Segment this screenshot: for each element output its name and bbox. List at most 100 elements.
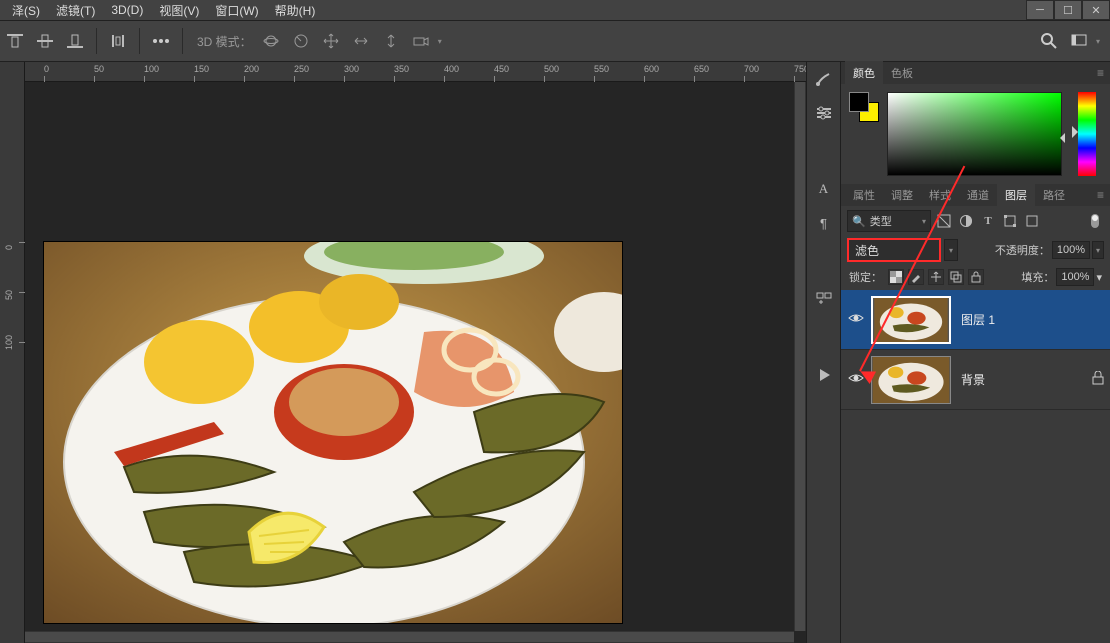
visibility-toggle-icon[interactable] [847,372,865,387]
color-panel-tabs: 颜色 色板 ≡ [841,62,1110,84]
foreground-color-swatch[interactable] [849,92,869,112]
ruler-tick: 100 [4,335,14,350]
color-panel [841,84,1110,184]
lock-paint-icon[interactable] [908,269,924,285]
tab-layers[interactable]: 图层 [997,183,1035,207]
adjust-panel-icon[interactable] [812,102,836,124]
screen-mode-icon[interactable] [1068,30,1090,52]
menu-help[interactable]: 帮助(H) [267,0,324,21]
scale-3d-icon[interactable] [380,30,402,52]
tab-adjustments[interactable]: 调整 [883,183,921,207]
blend-mode-chevron-icon[interactable]: ▾ [944,239,958,261]
options-bar: 3D 模式： ▾ ▾ [0,20,1110,62]
layer-name[interactable]: 图层 1 [961,311,995,328]
roll-3d-icon[interactable] [290,30,312,52]
lock-label: 锁定： [849,269,882,285]
paragraph-panel-icon[interactable]: ¶ [812,212,836,234]
align-top-icon[interactable] [4,30,26,52]
document-image[interactable] [44,242,622,623]
filter-adjust-icon[interactable] [957,212,975,230]
filter-shape-icon[interactable] [1001,212,1019,230]
ruler-tick: 450 [494,64,509,74]
search-icon[interactable] [1038,30,1060,52]
play-icon[interactable] [812,364,836,386]
ruler-tick: 400 [444,64,459,74]
character-panel-icon[interactable]: A [812,178,836,200]
panel-menu-icon[interactable]: ≡ [1097,66,1104,80]
ruler-tick: 200 [244,64,259,74]
layer-filter-kind[interactable]: 🔍 类型 ▾ [847,210,931,232]
opacity-value[interactable]: 100% [1052,241,1090,259]
layer-name[interactable]: 背景 [961,371,985,388]
layer-thumbnail[interactable] [871,296,951,344]
ruler-tick: 0 [44,64,49,74]
panel-menu-icon[interactable]: ≡ [1097,188,1104,202]
menu-filter[interactable]: 滤镜(T) [48,0,103,21]
ruler-tick: 500 [544,64,559,74]
maximize-button[interactable]: ☐ [1054,0,1082,20]
tab-channels[interactable]: 通道 [959,183,997,207]
layer-item-1[interactable]: 图层 1 [841,290,1110,350]
layers-panel-tabs: 属性 调整 样式 通道 图层 路径 ≡ [841,184,1110,206]
tab-styles[interactable]: 样式 [921,183,959,207]
camera-3d-icon[interactable] [410,30,432,52]
glyphs-panel-icon[interactable] [812,288,836,310]
ruler-tick: 50 [4,290,14,300]
opacity-chevron-icon[interactable]: ▾ [1092,241,1104,259]
ruler-vertical[interactable]: 0 50 100 [0,62,25,643]
ruler-tick: 350 [394,64,409,74]
window-controls: ─ ☐ ✕ [1026,0,1110,20]
filter-type-icon[interactable]: T [979,212,997,230]
ruler-tick: 650 [694,64,709,74]
pan-3d-icon[interactable] [320,30,342,52]
lock-icon[interactable] [1092,371,1104,388]
ruler-tick: 750 [794,64,806,74]
lock-transparent-icon[interactable] [888,269,904,285]
ruler-tick: 50 [94,64,104,74]
hue-strip[interactable] [1078,92,1096,176]
chevron-down-icon[interactable]: ▾ [438,37,442,46]
brush-panel-icon[interactable] [812,68,836,90]
close-button[interactable]: ✕ [1082,0,1110,20]
scrollbar-horizontal[interactable] [25,631,794,643]
fill-label: 填充： [1021,269,1054,285]
align-bottom-icon[interactable] [64,30,86,52]
layer-item-background[interactable]: 背景 [841,350,1110,410]
tab-swatches[interactable]: 色板 [883,61,921,85]
ruler-tick: 0 [4,245,14,250]
lock-nesting-icon[interactable] [948,269,964,285]
lock-all-icon[interactable] [968,269,984,285]
scrollbar-vertical[interactable] [794,82,806,631]
blend-mode-dropdown[interactable]: 滤色 [847,238,941,262]
filter-pixel-icon[interactable] [935,212,953,230]
color-field[interactable] [887,92,1062,176]
slide-3d-icon[interactable] [350,30,372,52]
distribute-icon[interactable] [107,30,129,52]
menu-select[interactable]: 泽(S) [4,0,48,21]
layers-panel: 🔍 类型 ▾ T [841,206,1110,643]
tab-color[interactable]: 颜色 [845,61,883,85]
filter-smart-icon[interactable] [1023,212,1041,230]
menu-window[interactable]: 窗口(W) [207,0,266,21]
tab-properties[interactable]: 属性 [845,183,883,207]
work-area: «« -500501001502002503003504004505005506… [0,62,1110,643]
menu-view[interactable]: 视图(V) [151,0,207,21]
tab-paths[interactable]: 路径 [1035,183,1073,207]
layer-thumbnail[interactable] [871,356,951,404]
visibility-toggle-icon[interactable] [847,312,865,327]
fill-chevron-icon[interactable]: ▾ [1096,271,1102,284]
collapsed-panel-strip: A ¶ [806,62,840,643]
menu-3d[interactable]: 3D(D) [103,1,151,19]
ruler-horizontal[interactable]: -500501001502002503003504004505005506006… [25,62,806,82]
more-options-icon[interactable] [150,30,172,52]
minimize-button[interactable]: ─ [1026,0,1054,20]
ruler-tick: 600 [644,64,659,74]
screen-mode-chevron-icon[interactable]: ▾ [1096,37,1100,46]
align-vcenter-icon[interactable] [34,30,56,52]
filter-toggle-icon[interactable] [1086,212,1104,230]
lock-position-icon[interactable] [928,269,944,285]
orbit-3d-icon[interactable] [260,30,282,52]
fill-value[interactable]: 100% [1056,268,1094,286]
canvas-area[interactable]: «« -500501001502002503003504004505005506… [0,62,806,643]
foreground-background-swatch[interactable] [849,92,879,122]
